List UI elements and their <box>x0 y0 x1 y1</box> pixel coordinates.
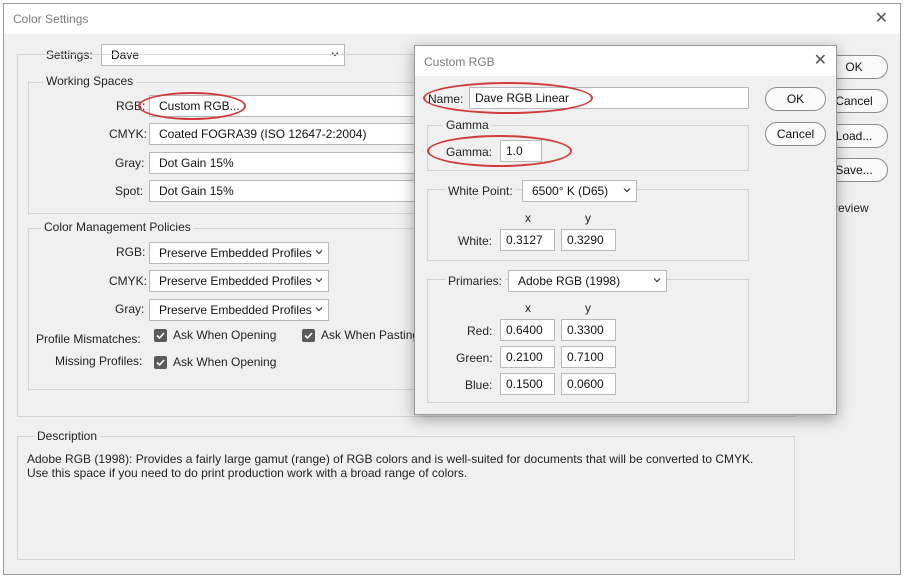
ws-rgb-label: RGB: <box>116 99 146 113</box>
ask-pasting-label: Ask When Pasting <box>321 328 420 342</box>
red-x-value: 0.6400 <box>506 323 543 337</box>
chevron-down-icon <box>315 307 323 312</box>
ws-cmyk-dropdown[interactable]: Coated FOGRA39 (ISO 12647-2:2004) <box>149 123 429 145</box>
chevron-down-icon <box>315 278 323 283</box>
missing-ask-opening-label: Ask When Opening <box>173 355 277 369</box>
primaries-col-y: y <box>585 301 591 315</box>
working-spaces-heading: Working Spaces <box>43 74 137 88</box>
green-y-input[interactable]: 0.7100 <box>561 346 616 368</box>
policy-rgb-value: Preserve Embedded Profiles <box>159 246 312 260</box>
checkmark-icon <box>156 359 165 367</box>
gamma-value: 1.0 <box>506 144 523 158</box>
white-y-input[interactable]: 0.3290 <box>561 229 616 251</box>
policy-rgb-label: RGB: <box>116 245 146 259</box>
blue-y-input[interactable]: 0.0600 <box>561 373 616 395</box>
dialog-titlebar: Custom RGB ✕ <box>415 46 836 76</box>
name-label: Name: <box>428 92 464 106</box>
policy-rgb-dropdown[interactable]: Preserve Embedded Profiles <box>149 242 329 264</box>
description-line-1: Adobe RGB (1998): Provides a fairly larg… <box>27 452 754 466</box>
save-button-label: Save... <box>835 163 873 177</box>
missing-profiles-label: Missing Profiles: <box>55 354 143 368</box>
primaries-label: Primaries: <box>445 274 506 288</box>
ok-button-label: OK <box>845 60 863 74</box>
policy-cmyk-dropdown[interactable]: Preserve Embedded Profiles <box>149 270 329 292</box>
primaries-dropdown[interactable]: Adobe RGB (1998) <box>508 270 667 292</box>
green-x-value: 0.2100 <box>506 350 543 364</box>
blue-y-value: 0.0600 <box>567 377 604 391</box>
description-heading: Description <box>34 429 101 443</box>
name-input[interactable]: Dave RGB Linear <box>469 87 749 109</box>
white-point-value: 6500° K (D65) <box>532 184 609 198</box>
white-y-value: 0.3290 <box>567 233 604 247</box>
green-label: Green: <box>456 351 493 365</box>
cancel-button-label: Cancel <box>835 94 873 108</box>
gamma-heading: Gamma <box>443 118 492 132</box>
green-y-value: 0.7100 <box>567 350 604 364</box>
close-icon[interactable]: ✕ <box>875 11 888 27</box>
chevron-down-icon <box>623 188 631 193</box>
window-title: Color Settings <box>13 12 89 26</box>
ws-spot-value: Dot Gain 15% <box>159 184 234 198</box>
dialog-cancel-button[interactable]: Cancel <box>765 122 826 146</box>
ws-gray-value: Dot Gain 15% <box>159 156 234 170</box>
description-text: Adobe RGB (1998): Provides a fairly larg… <box>27 452 787 480</box>
white-point-label: White Point: <box>445 184 516 198</box>
dialog-ok-label: OK <box>786 92 805 106</box>
ws-gray-label: Gray: <box>115 156 145 170</box>
dialog-ok-button[interactable]: OK <box>765 87 826 111</box>
policy-gray-dropdown[interactable]: Preserve Embedded Profiles <box>149 299 329 321</box>
policy-cmyk-value: Preserve Embedded Profiles <box>159 274 312 288</box>
policy-gray-value: Preserve Embedded Profiles <box>159 303 312 317</box>
custom-rgb-dialog: Custom RGB ✕ Name: Dave RGB Linear OK Ca… <box>414 45 837 415</box>
policy-gray-label: Gray: <box>115 302 145 316</box>
white-x-value: 0.3127 <box>506 233 543 247</box>
red-x-input[interactable]: 0.6400 <box>500 319 555 341</box>
profile-mismatches-label: Profile Mismatches: <box>36 332 141 346</box>
primaries-value: Adobe RGB (1998) <box>518 274 621 288</box>
ask-opening-label: Ask When Opening <box>173 328 277 342</box>
blue-x-input[interactable]: 0.1500 <box>500 373 555 395</box>
missing-ask-opening-checkbox[interactable] <box>154 356 167 369</box>
blue-label: Blue: <box>465 378 493 392</box>
white-col-y: y <box>585 211 591 225</box>
name-value: Dave RGB Linear <box>475 91 570 105</box>
red-y-value: 0.3300 <box>567 323 604 337</box>
checkmark-icon <box>304 332 313 340</box>
policy-cmyk-label: CMYK: <box>109 274 148 288</box>
dialog-title: Custom RGB <box>424 55 495 69</box>
load-button-label: Load... <box>835 129 873 143</box>
ws-rgb-value: Custom RGB... <box>159 99 240 113</box>
ws-gray-dropdown[interactable]: Dot Gain 15% <box>149 152 429 174</box>
policies-heading: Color Management Policies <box>41 220 194 234</box>
gamma-input[interactable]: 1.0 <box>500 140 542 162</box>
description-line-2: Use this space if you need to do print p… <box>27 466 468 480</box>
ws-spot-dropdown[interactable]: Dot Gain 15% <box>149 180 429 202</box>
white-label: White: <box>458 234 493 248</box>
window-titlebar: Color Settings ✕ <box>4 4 900 34</box>
red-y-input[interactable]: 0.3300 <box>561 319 616 341</box>
dialog-cancel-label: Cancel <box>776 127 815 141</box>
blue-x-value: 0.1500 <box>506 377 543 391</box>
gamma-label: Gamma: <box>446 145 493 159</box>
green-x-input[interactable]: 0.2100 <box>500 346 555 368</box>
white-point-dropdown[interactable]: 6500° K (D65) <box>522 180 637 202</box>
ws-cmyk-value: Coated FOGRA39 (ISO 12647-2:2004) <box>159 127 367 141</box>
white-x-input[interactable]: 0.3127 <box>500 229 555 251</box>
ask-opening-checkbox[interactable] <box>154 329 167 342</box>
red-label: Red: <box>467 324 493 338</box>
ws-cmyk-label: CMYK: <box>109 127 148 141</box>
close-icon[interactable]: ✕ <box>814 53 827 69</box>
ask-pasting-checkbox[interactable] <box>302 329 315 342</box>
chevron-down-icon <box>315 250 323 255</box>
chevron-down-icon <box>653 278 661 283</box>
white-col-x: x <box>525 211 531 225</box>
primaries-col-x: x <box>525 301 531 315</box>
ws-spot-label: Spot: <box>115 184 144 198</box>
ws-rgb-dropdown[interactable]: Custom RGB... <box>149 95 429 117</box>
checkmark-icon <box>156 332 165 340</box>
